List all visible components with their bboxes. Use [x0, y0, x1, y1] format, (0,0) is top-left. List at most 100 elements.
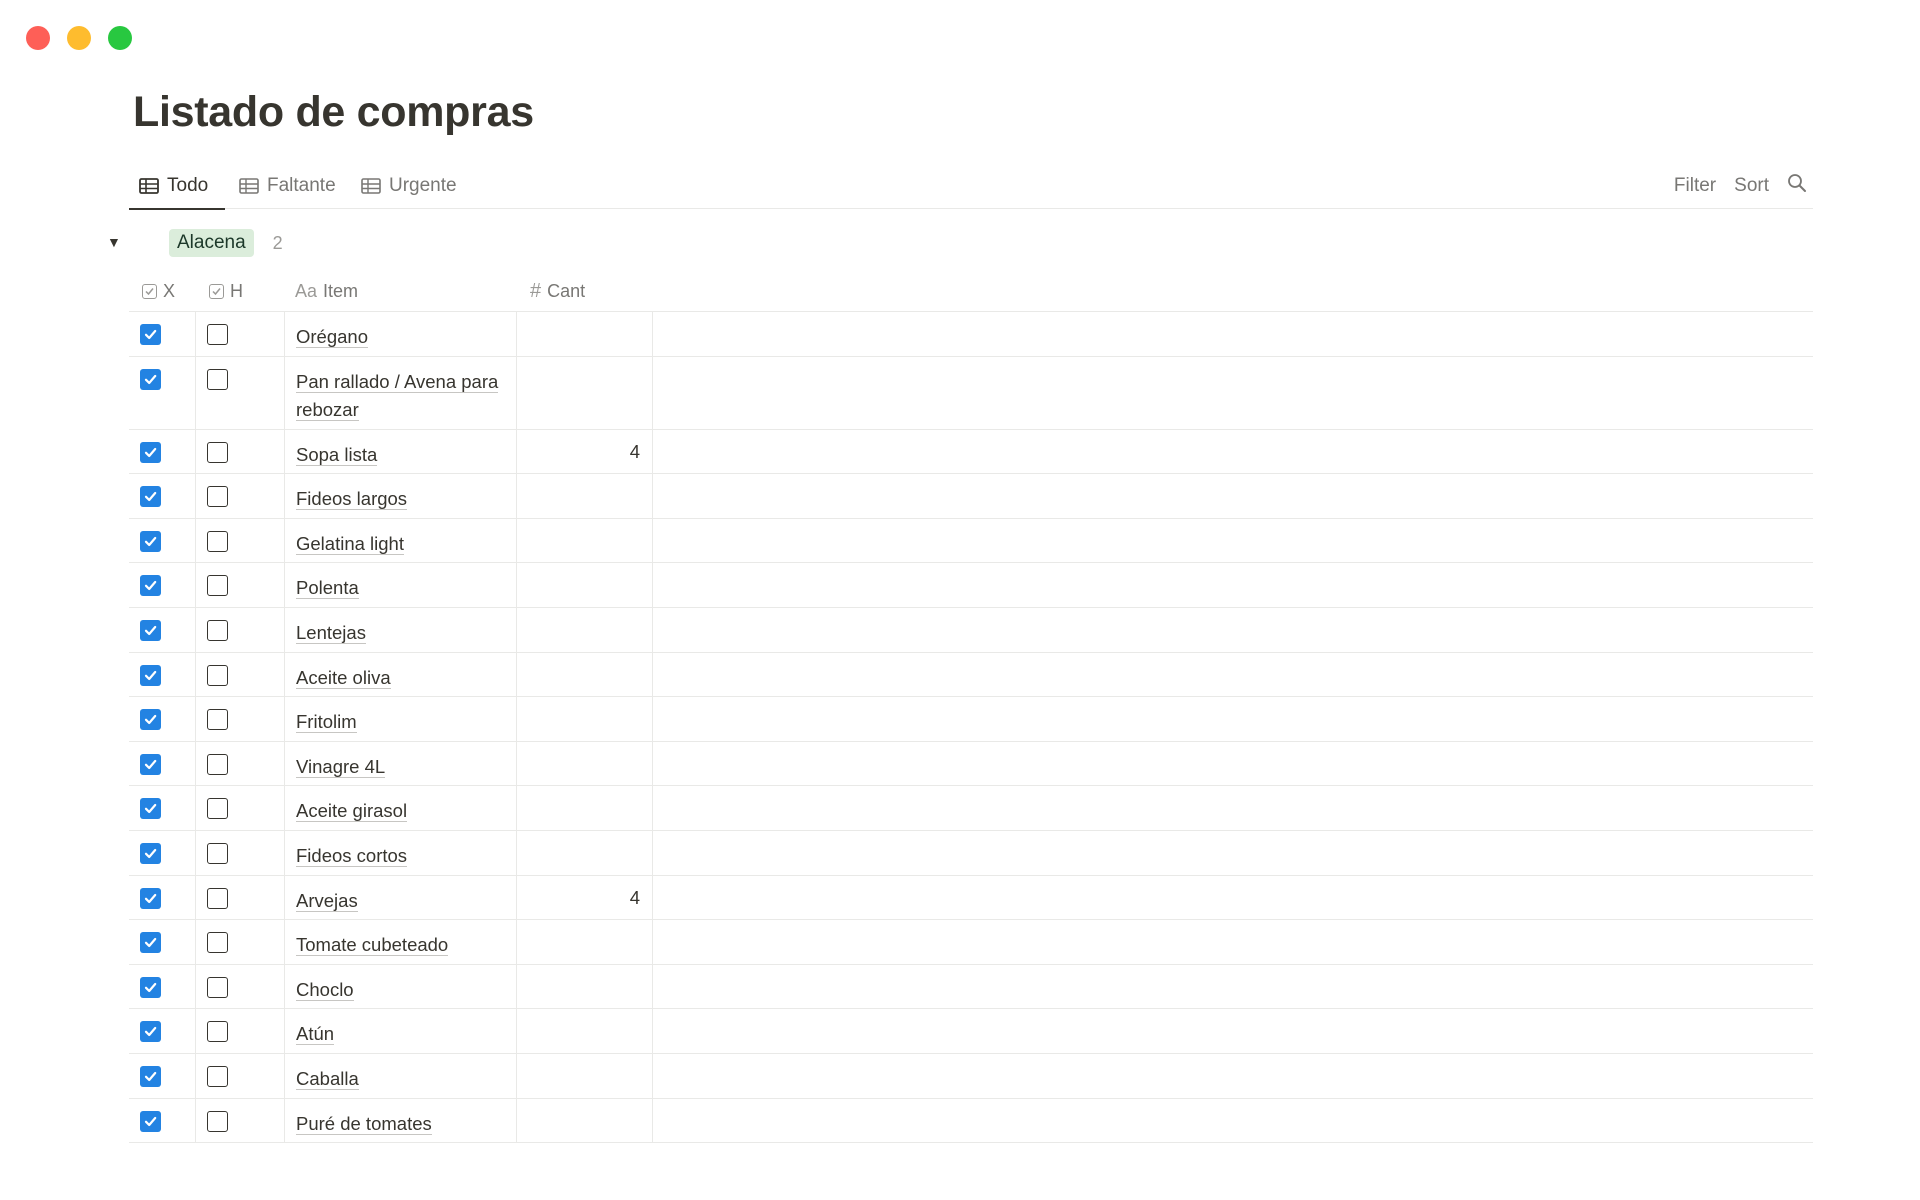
- item-title[interactable]: Pan rallado / Avena para rebozar: [296, 368, 506, 424]
- tab-todo[interactable]: Todo: [129, 163, 225, 210]
- cant-cell[interactable]: [517, 474, 653, 518]
- h-checkbox[interactable]: [207, 619, 228, 641]
- h-checkbox[interactable]: [207, 441, 228, 463]
- cant-cell[interactable]: [517, 607, 653, 652]
- x-checkbox[interactable]: [140, 530, 161, 552]
- item-title[interactable]: Lentejas: [296, 619, 506, 647]
- item-title[interactable]: Caballa: [296, 1065, 506, 1093]
- cant-cell[interactable]: [517, 920, 653, 964]
- x-checkbox[interactable]: [140, 1110, 161, 1132]
- column-header-x[interactable]: X: [142, 270, 175, 312]
- item-cell[interactable]: Sopa lista: [285, 429, 517, 474]
- filter-button[interactable]: Filter: [1674, 175, 1716, 197]
- x-checkbox[interactable]: [140, 324, 161, 345]
- table-row[interactable]: Gelatina light: [129, 518, 1813, 564]
- close-window-button[interactable]: [26, 26, 50, 50]
- x-checkbox[interactable]: [140, 575, 161, 597]
- item-cell[interactable]: Fideos cortos: [285, 830, 517, 875]
- cant-cell[interactable]: [517, 741, 653, 786]
- item-title[interactable]: Atún: [296, 1020, 506, 1048]
- x-checkbox[interactable]: [140, 887, 161, 909]
- cant-cell[interactable]: [517, 786, 653, 830]
- table-row[interactable]: Pan rallado / Avena para rebozar: [129, 356, 1813, 430]
- x-checkbox[interactable]: [140, 441, 161, 463]
- item-title[interactable]: Tomate cubeteado: [296, 931, 506, 959]
- item-title[interactable]: Fideos largos: [296, 485, 506, 513]
- x-checkbox[interactable]: [140, 1065, 161, 1087]
- cant-cell[interactable]: [517, 312, 653, 356]
- tab-urgente[interactable]: Urgente: [357, 163, 461, 209]
- x-checkbox[interactable]: [140, 664, 161, 686]
- item-cell[interactable]: Vinagre 4L: [285, 741, 517, 786]
- column-header-item[interactable]: Aa Item: [295, 270, 358, 312]
- x-checkbox[interactable]: [140, 1021, 161, 1043]
- item-title[interactable]: Arvejas: [296, 887, 506, 915]
- item-cell[interactable]: Aceite oliva: [285, 652, 517, 697]
- search-button[interactable]: [1787, 173, 1807, 199]
- item-title[interactable]: Choclo: [296, 976, 506, 1004]
- item-title[interactable]: Fritolim: [296, 708, 506, 736]
- cant-cell[interactable]: [517, 518, 653, 563]
- minimize-window-button[interactable]: [67, 26, 91, 50]
- item-cell[interactable]: Polenta: [285, 563, 517, 607]
- table-row[interactable]: Polenta: [129, 563, 1813, 608]
- cant-cell[interactable]: [517, 356, 653, 429]
- h-checkbox[interactable]: [207, 887, 228, 909]
- table-row[interactable]: Orégano: [129, 312, 1813, 357]
- item-cell[interactable]: Fideos largos: [285, 474, 517, 518]
- table-row[interactable]: Puré de tomates: [129, 1098, 1813, 1144]
- h-checkbox[interactable]: [207, 932, 228, 954]
- cant-cell[interactable]: [517, 1009, 653, 1053]
- cant-cell[interactable]: [517, 964, 653, 1009]
- item-title[interactable]: Sopa lista: [296, 441, 506, 469]
- page-title[interactable]: Listado de compras: [133, 88, 534, 137]
- tab-faltante[interactable]: Faltante: [235, 163, 340, 209]
- x-checkbox[interactable]: [140, 976, 161, 998]
- item-cell[interactable]: Fritolim: [285, 697, 517, 741]
- x-checkbox[interactable]: [140, 709, 161, 731]
- table-row[interactable]: Arvejas 4: [129, 875, 1813, 921]
- item-title[interactable]: Aceite girasol: [296, 797, 506, 825]
- x-checkbox[interactable]: [140, 486, 161, 508]
- column-header-cant[interactable]: # Cant: [530, 270, 585, 312]
- item-cell[interactable]: Pan rallado / Avena para rebozar: [285, 356, 517, 429]
- column-header-h[interactable]: H: [209, 270, 243, 312]
- h-checkbox[interactable]: [207, 368, 228, 390]
- x-checkbox[interactable]: [140, 932, 161, 954]
- cant-cell[interactable]: [517, 1053, 653, 1098]
- h-checkbox[interactable]: [207, 753, 228, 775]
- cant-cell[interactable]: [517, 697, 653, 741]
- maximize-window-button[interactable]: [108, 26, 132, 50]
- x-checkbox[interactable]: [140, 619, 161, 641]
- item-cell[interactable]: Tomate cubeteado: [285, 920, 517, 964]
- table-row[interactable]: Fideos cortos: [129, 830, 1813, 876]
- x-checkbox[interactable]: [140, 842, 161, 864]
- h-checkbox[interactable]: [207, 664, 228, 686]
- table-row[interactable]: Aceite girasol: [129, 786, 1813, 831]
- cant-cell[interactable]: [517, 830, 653, 875]
- item-title[interactable]: Orégano: [296, 323, 506, 351]
- collapse-triangle-icon[interactable]: ▼: [107, 234, 129, 250]
- h-checkbox[interactable]: [207, 709, 228, 731]
- h-checkbox[interactable]: [207, 1021, 228, 1043]
- cant-cell[interactable]: 4: [517, 429, 653, 474]
- item-title[interactable]: Puré de tomates: [296, 1110, 506, 1138]
- cant-cell[interactable]: [517, 652, 653, 697]
- item-title[interactable]: Fideos cortos: [296, 842, 506, 870]
- item-title[interactable]: Polenta: [296, 574, 506, 602]
- h-checkbox[interactable]: [207, 575, 228, 597]
- item-cell[interactable]: Lentejas: [285, 607, 517, 652]
- table-row[interactable]: Vinagre 4L: [129, 741, 1813, 787]
- h-checkbox[interactable]: [207, 798, 228, 820]
- item-title[interactable]: Aceite oliva: [296, 664, 506, 692]
- item-cell[interactable]: Choclo: [285, 964, 517, 1009]
- table-row[interactable]: Fritolim: [129, 697, 1813, 742]
- table-row[interactable]: Aceite oliva: [129, 652, 1813, 698]
- h-checkbox[interactable]: [207, 842, 228, 864]
- item-cell[interactable]: Caballa: [285, 1053, 517, 1098]
- sort-button[interactable]: Sort: [1734, 175, 1769, 197]
- item-cell[interactable]: Aceite girasol: [285, 786, 517, 830]
- table-row[interactable]: Atún: [129, 1009, 1813, 1054]
- x-checkbox[interactable]: [140, 753, 161, 775]
- item-cell[interactable]: Atún: [285, 1009, 517, 1053]
